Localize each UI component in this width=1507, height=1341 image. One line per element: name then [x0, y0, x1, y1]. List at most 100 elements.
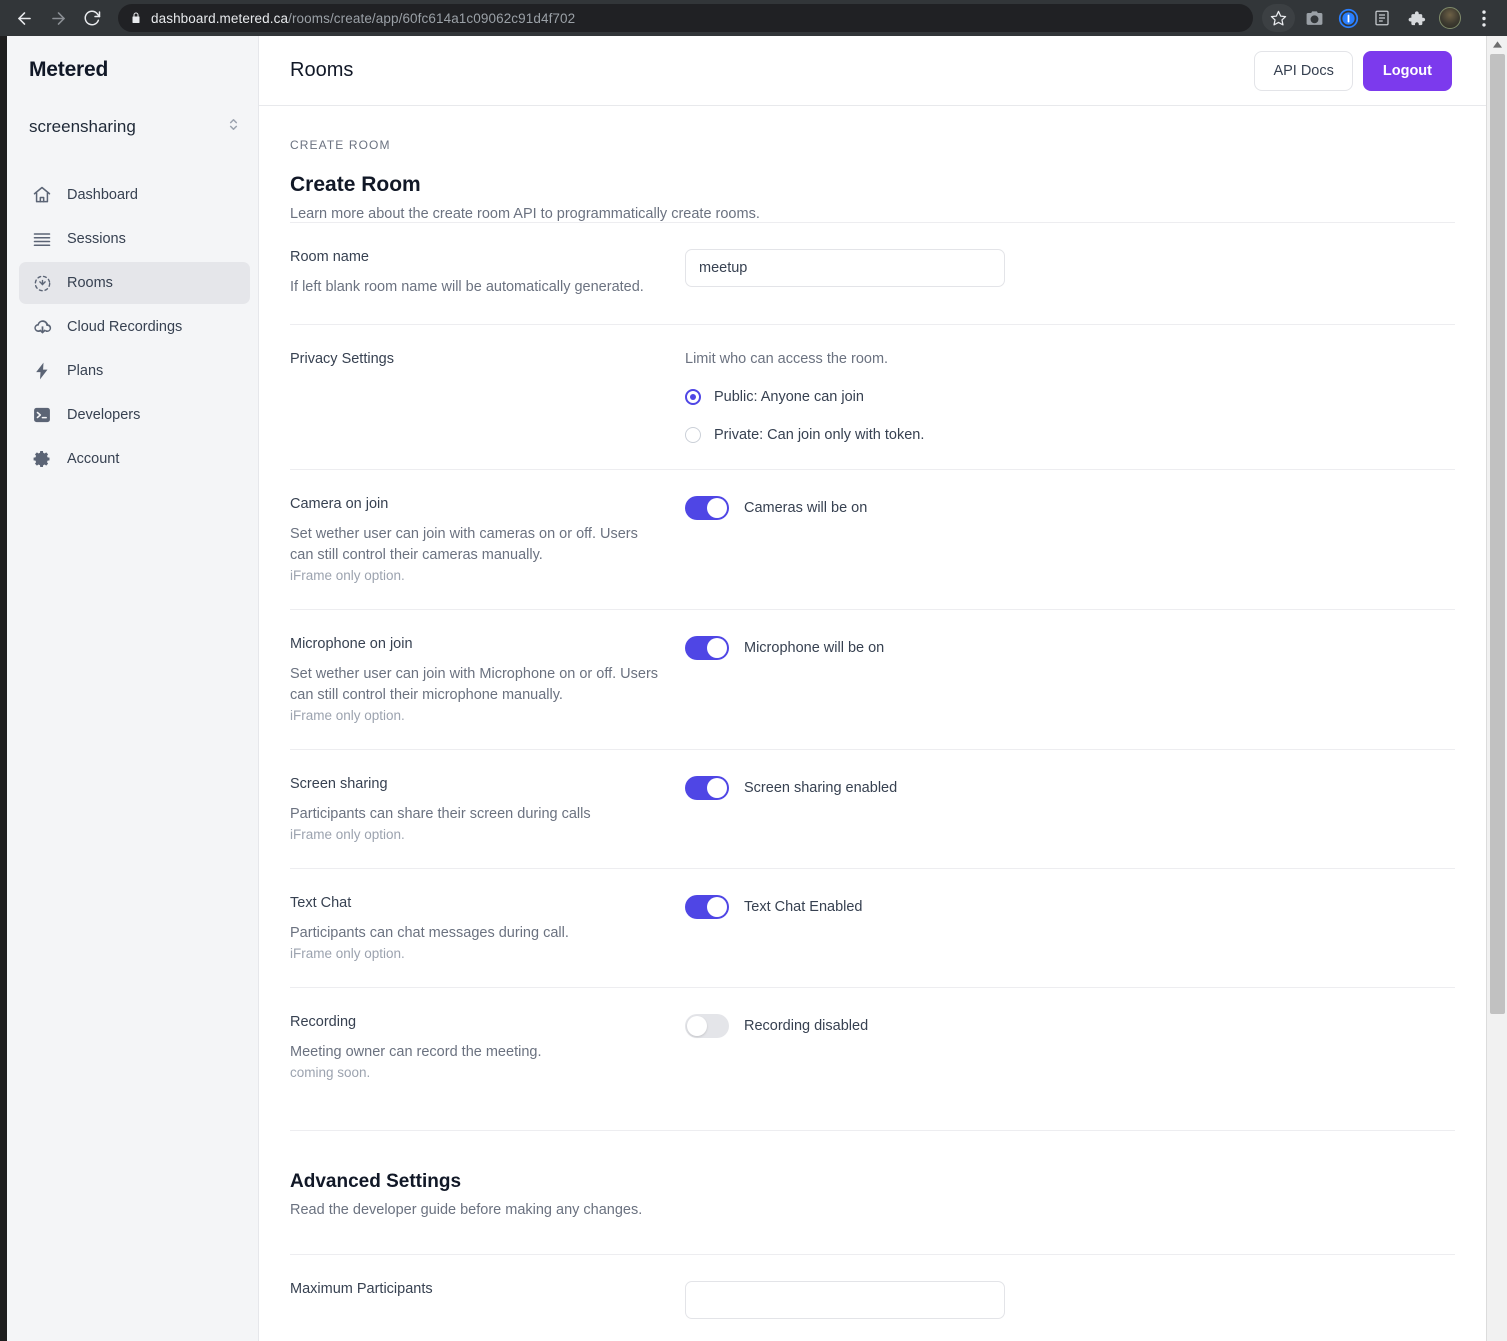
rooms-nodes-icon — [31, 272, 53, 294]
extensions-puzzle-icon[interactable] — [1401, 3, 1431, 33]
row-microphone-right: Microphone will be on — [685, 636, 1455, 723]
logout-button[interactable]: Logout — [1362, 50, 1452, 91]
profile-avatar-icon[interactable] — [1435, 3, 1465, 33]
privacy-option-public[interactable]: Public: Anyone can join — [685, 389, 1455, 406]
scroll-up-arrow-icon[interactable] — [1487, 36, 1507, 53]
recording-toggle-label: Recording disabled — [744, 1018, 869, 1035]
text-chat-toggle[interactable] — [685, 895, 729, 920]
row-max-participants: Maximum Participants — [290, 1254, 1455, 1341]
chevron-up-down-icon — [227, 116, 240, 138]
row-recording: Recording Meeting owner can record the m… — [290, 987, 1455, 1106]
screen-sharing-note: iFrame only option. — [290, 827, 405, 843]
camera-toggle[interactable] — [685, 496, 729, 521]
row-camera-on-join: Camera on join Set wether user can join … — [290, 469, 1455, 609]
room-name-label: Room name — [290, 249, 369, 265]
max-participants-input[interactable] — [685, 1281, 1005, 1320]
sidebar-item-sessions[interactable]: Sessions — [19, 218, 250, 260]
forward-arrow-icon[interactable] — [42, 2, 74, 34]
chrome-menu-icon[interactable] — [1469, 3, 1499, 33]
sidebar-item-label: Dashboard — [67, 187, 138, 203]
text-chat-label: Text Chat — [290, 895, 352, 912]
row-camera-left: Camera on join Set wether user can join … — [290, 496, 685, 583]
row-room-name-right — [685, 249, 1455, 298]
screen-sharing-toggle-row: Screen sharing enabled — [685, 776, 1455, 801]
lightning-bolt-icon — [31, 360, 53, 382]
1password-icon[interactable] — [1333, 3, 1363, 33]
row-privacy-settings: Privacy Settings Limit who can access th… — [290, 324, 1455, 469]
page-title: Rooms — [290, 59, 354, 81]
address-bar[interactable]: dashboard.metered.ca/rooms/create/app/60… — [118, 4, 1253, 32]
advanced-settings-header: Advanced Settings Read the developer gui… — [290, 1130, 1455, 1218]
scrollbar-thumb[interactable] — [1490, 54, 1505, 1014]
max-participants-label: Maximum Participants — [290, 1281, 433, 1298]
camera-help: Set wether user can join with cameras on… — [290, 526, 638, 564]
sidebar-item-rooms[interactable]: Rooms — [19, 262, 250, 304]
camera-toggle-label: Cameras will be on — [744, 500, 868, 517]
radio-public-icon[interactable] — [685, 389, 701, 406]
main-content: Rooms API Docs Logout CREATE ROOM Create… — [259, 36, 1486, 1341]
screenshot-camera-icon[interactable] — [1299, 3, 1329, 33]
bookmark-star-icon[interactable] — [1262, 4, 1295, 32]
row-microphone-on-join: Microphone on join Set wether user can j… — [290, 609, 1455, 749]
microphone-toggle-row: Microphone will be on — [685, 636, 1455, 661]
list-lines-icon — [31, 228, 53, 250]
row-recording-left: Recording Meeting owner can record the m… — [290, 1014, 685, 1080]
section-subheading: Learn more about the create room API to … — [290, 206, 760, 222]
url-path: /rooms/create/app/60fc614a1c09062c91d4f7… — [288, 10, 576, 26]
radio-private-icon[interactable] — [685, 427, 701, 444]
browser-tool-icons — [1262, 3, 1507, 33]
api-docs-button[interactable]: API Docs — [1254, 50, 1353, 91]
row-text-chat-right: Text Chat Enabled — [685, 895, 1455, 961]
privacy-option-private[interactable]: Private: Can join only with token. — [685, 427, 1455, 444]
sidebar-item-label: Plans — [67, 363, 104, 379]
row-text-chat-left: Text Chat Participants can chat messages… — [290, 895, 685, 961]
recording-toggle-row: Recording disabled — [685, 1014, 1455, 1039]
gear-icon — [31, 448, 53, 470]
room-name-input[interactable] — [685, 249, 1005, 287]
brand-logo: Metered — [29, 58, 109, 81]
row-max-participants-right — [685, 1281, 1455, 1320]
sidebar-item-cloud-recordings[interactable]: Cloud Recordings — [19, 306, 250, 348]
recording-note: coming soon. — [290, 1065, 371, 1081]
recording-help: Meeting owner can record the meeting. — [290, 1044, 542, 1061]
window-edge-strip — [0, 36, 7, 1341]
advanced-settings-title: Advanced Settings — [290, 1171, 462, 1193]
room-name-help: If left blank room name will be automati… — [290, 279, 644, 295]
text-chat-note: iFrame only option. — [290, 946, 405, 962]
row-screen-sharing: Screen sharing Participants can share th… — [290, 749, 1455, 868]
sidebar-item-plans[interactable]: Plans — [19, 350, 250, 392]
privacy-option-label: Public: Anyone can join — [714, 389, 864, 406]
back-arrow-icon[interactable] — [8, 2, 40, 34]
row-max-participants-left: Maximum Participants — [290, 1281, 685, 1319]
page-viewport: Metered screensharing Dashboard Sessions — [0, 36, 1507, 1341]
url-text: dashboard.metered.ca/rooms/create/app/60… — [151, 11, 575, 26]
sidebar-item-developers[interactable]: Developers — [19, 394, 250, 436]
page-scrollbar[interactable] — [1486, 36, 1507, 1341]
lock-icon — [130, 12, 142, 24]
sidebar-item-dashboard[interactable]: Dashboard — [19, 174, 250, 216]
page-topbar: Rooms API Docs Logout — [259, 36, 1486, 106]
row-microphone-left: Microphone on join Set wether user can j… — [290, 636, 685, 723]
text-chat-help: Participants can chat messages during ca… — [290, 925, 569, 942]
privacy-intro: Limit who can access the room. — [685, 351, 889, 368]
row-screen-sharing-left: Screen sharing Participants can share th… — [290, 776, 685, 842]
privacy-option-label: Private: Can join only with token. — [714, 427, 925, 444]
row-recording-right: Recording disabled — [685, 1014, 1455, 1080]
microphone-help: Set wether user can join with Microphone… — [290, 666, 659, 704]
reading-list-icon[interactable] — [1367, 3, 1397, 33]
screen-sharing-help: Participants can share their screen duri… — [290, 806, 591, 823]
screen-sharing-toggle-label: Screen sharing enabled — [744, 780, 898, 797]
text-chat-toggle-label: Text Chat Enabled — [744, 899, 863, 916]
url-host: dashboard.metered.ca — [151, 10, 289, 26]
row-screen-sharing-right: Screen sharing enabled — [685, 776, 1455, 842]
reload-icon[interactable] — [76, 2, 108, 34]
screen-sharing-toggle[interactable] — [685, 776, 729, 801]
sidebar-item-label: Sessions — [67, 231, 126, 247]
org-switcher[interactable]: screensharing — [19, 110, 250, 144]
recording-label: Recording — [290, 1014, 357, 1031]
recording-toggle[interactable] — [685, 1014, 729, 1039]
sidebar-item-label: Developers — [67, 407, 141, 423]
sidebar-item-account[interactable]: Account — [19, 438, 250, 480]
microphone-toggle[interactable] — [685, 636, 729, 661]
row-room-name: Room name If left blank room name will b… — [290, 222, 1455, 324]
